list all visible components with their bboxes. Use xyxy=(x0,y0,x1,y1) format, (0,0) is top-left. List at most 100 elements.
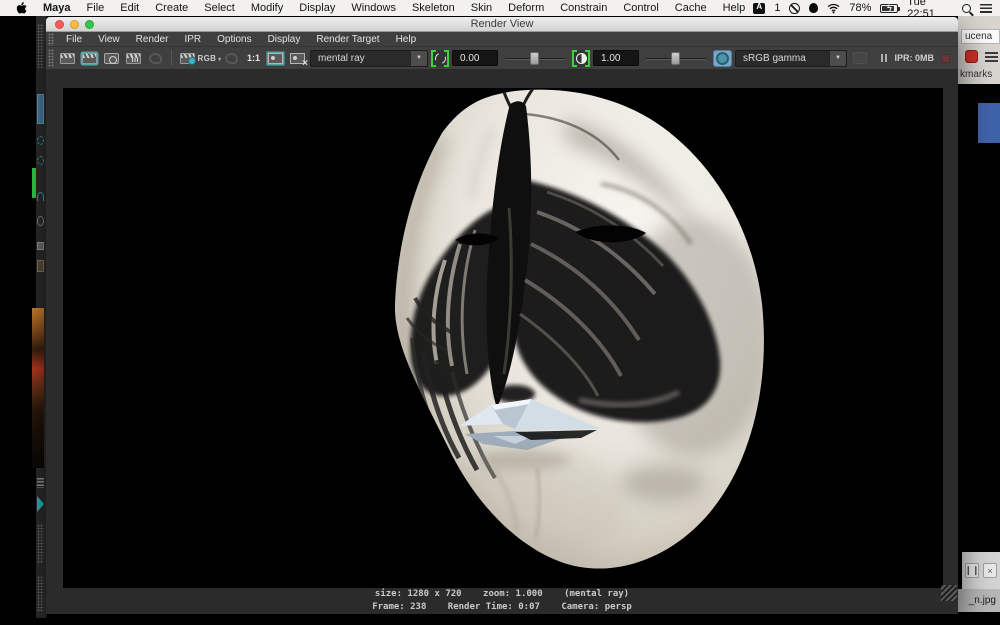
renderer-dropdown[interactable]: mental ray xyxy=(310,50,428,67)
do-not-disturb-icon[interactable] xyxy=(789,3,799,14)
menu-modify[interactable]: Modify xyxy=(243,0,291,16)
stop-ipr-icon[interactable] xyxy=(941,54,950,63)
outliner-list-icon[interactable] xyxy=(37,478,44,488)
minimize-window-button[interactable] xyxy=(70,20,79,29)
toolbox-paint-select-icon[interactable] xyxy=(37,156,44,165)
renderer-dropdown-arrow-icon[interactable] xyxy=(410,51,427,66)
render-camera-label: Camera: persp xyxy=(561,602,631,612)
menu-edit[interactable]: Edit xyxy=(112,0,147,16)
display-alpha-channel-icon[interactable] xyxy=(222,50,241,67)
render-view-menubar: File View Render IPR Options Display Ren… xyxy=(46,32,958,47)
ipr-render-icon[interactable] xyxy=(124,50,143,67)
background-youtube-icon[interactable] xyxy=(965,50,978,63)
menu-skeleton[interactable]: Skeleton xyxy=(404,0,463,16)
rendered-image-region[interactable] xyxy=(63,88,943,588)
render-time-label: Render Time: 0:07 xyxy=(448,602,540,612)
menu-file[interactable]: File xyxy=(79,0,113,16)
keep-image-icon[interactable] xyxy=(266,50,285,67)
background-bookmarks-label: kmarks xyxy=(960,69,992,80)
snapshot-camera-icon[interactable] xyxy=(102,50,121,67)
exposure-field[interactable]: 0.00 xyxy=(452,50,498,66)
menubar-grip[interactable] xyxy=(48,33,54,46)
menu-skin[interactable]: Skin xyxy=(463,0,500,16)
contrast-field[interactable]: 1.00 xyxy=(593,50,639,66)
contrast-icon[interactable] xyxy=(572,50,590,67)
exposure-slider-handle[interactable] xyxy=(530,52,539,65)
rv-menu-help[interactable]: Help xyxy=(388,34,425,45)
toolbox-rotate-tool-icon[interactable] xyxy=(37,216,44,226)
battery-charging-icon[interactable]: ϟ xyxy=(880,4,898,13)
colorspace-dropdown[interactable]: sRGB gamma xyxy=(735,50,847,67)
rv-menu-view[interactable]: View xyxy=(90,34,128,45)
exposure-icon[interactable] xyxy=(431,50,449,67)
colorspace-dropdown-value: sRGB gamma xyxy=(736,53,829,64)
input-source-icon[interactable] xyxy=(753,3,765,14)
background-pause-button[interactable]: ❙❙ xyxy=(965,563,979,578)
background-browser-top: ucena kmarks xyxy=(958,16,1000,84)
close-window-button[interactable] xyxy=(55,20,64,29)
rv-menu-file[interactable]: File xyxy=(58,34,90,45)
notification-center-icon[interactable] xyxy=(980,4,992,13)
zoom-window-button[interactable] xyxy=(85,20,94,29)
rv-menu-ipr[interactable]: IPR xyxy=(176,34,209,45)
menu-deform[interactable]: Deform xyxy=(500,0,552,16)
contrast-slider-handle[interactable] xyxy=(671,52,680,65)
toolbox-active-indicator xyxy=(32,168,36,198)
window-resize-grip[interactable] xyxy=(941,585,957,601)
app-menu-maya[interactable]: Maya xyxy=(35,0,79,16)
playback-icon[interactable] xyxy=(37,496,44,512)
menu-select[interactable]: Select xyxy=(196,0,243,16)
contrast-slider[interactable] xyxy=(644,50,708,67)
render-view-toolbar: RGB ▾ 1:1 mental ray 0.00 1.00 sRGB gamm… xyxy=(46,47,958,70)
rv-menu-render-target[interactable]: Render Target xyxy=(308,34,387,45)
spotlight-search-icon[interactable] xyxy=(962,4,971,13)
background-download-filename[interactable]: _n.jpg xyxy=(958,589,1000,612)
status-dot-icon[interactable] xyxy=(809,3,818,13)
menu-windows[interactable]: Windows xyxy=(343,0,404,16)
render-current-frame-icon[interactable] xyxy=(80,50,99,67)
render-view-window: Render View File View Render IPR Options… xyxy=(46,17,958,614)
background-download-bar: ❙❙ × xyxy=(962,552,1000,589)
rv-menu-render[interactable]: Render xyxy=(128,34,177,45)
render-settings-icon[interactable] xyxy=(178,50,197,67)
pause-ipr-tuning-icon[interactable] xyxy=(881,54,887,62)
toolbox-lasso-icon[interactable] xyxy=(37,136,44,145)
rv-menu-display[interactable]: Display xyxy=(260,34,309,45)
snapshot-options-icon[interactable] xyxy=(850,50,869,67)
color-management-button[interactable] xyxy=(713,50,732,67)
redo-previous-render-icon[interactable] xyxy=(58,50,77,67)
menu-control[interactable]: Control xyxy=(615,0,666,16)
menu-display[interactable]: Display xyxy=(291,0,343,16)
toolbar-separator xyxy=(171,50,172,66)
toolbox-select-tool-icon[interactable] xyxy=(37,94,44,124)
remove-image-icon[interactable] xyxy=(288,50,307,67)
menu-cache[interactable]: Cache xyxy=(667,0,715,16)
toolbox-grip[interactable] xyxy=(37,24,44,68)
toolbar-grip[interactable] xyxy=(48,49,54,67)
window-controls xyxy=(55,20,94,29)
toolbox-scale-tool-icon[interactable] xyxy=(37,242,44,250)
background-close-button[interactable]: × xyxy=(983,563,997,578)
toolbox-last-tool-icon[interactable] xyxy=(37,260,44,272)
rv-menu-options[interactable]: Options xyxy=(209,34,259,45)
toolbox-move-tool-icon[interactable] xyxy=(37,192,44,201)
background-browser-tab[interactable]: ucena xyxy=(961,29,1000,44)
display-rgb-channels-button[interactable]: RGB ▾ xyxy=(200,50,219,67)
apple-icon xyxy=(16,2,27,15)
panel-grip[interactable] xyxy=(37,524,44,564)
menubar-clock[interactable]: Tue 22:51 xyxy=(907,0,953,20)
menu-constrain[interactable]: Constrain xyxy=(552,0,615,16)
wifi-icon[interactable] xyxy=(827,3,840,14)
ipr-status-area: IPR: 0MB xyxy=(881,53,950,63)
menu-help[interactable]: Help xyxy=(715,0,754,16)
colorspace-dropdown-arrow-icon[interactable] xyxy=(829,51,846,66)
real-size-button[interactable]: 1:1 xyxy=(244,50,263,67)
panel-grip-lower[interactable] xyxy=(37,576,44,612)
background-menu-icon[interactable] xyxy=(985,52,998,62)
desktop: Maya File Edit Create Select Modify Disp… xyxy=(0,0,1000,625)
apple-menu[interactable] xyxy=(8,2,35,15)
menu-create[interactable]: Create xyxy=(147,0,196,16)
refresh-ipr-icon[interactable] xyxy=(146,50,165,67)
rendered-mask-image xyxy=(63,88,943,588)
exposure-slider[interactable] xyxy=(503,50,567,67)
